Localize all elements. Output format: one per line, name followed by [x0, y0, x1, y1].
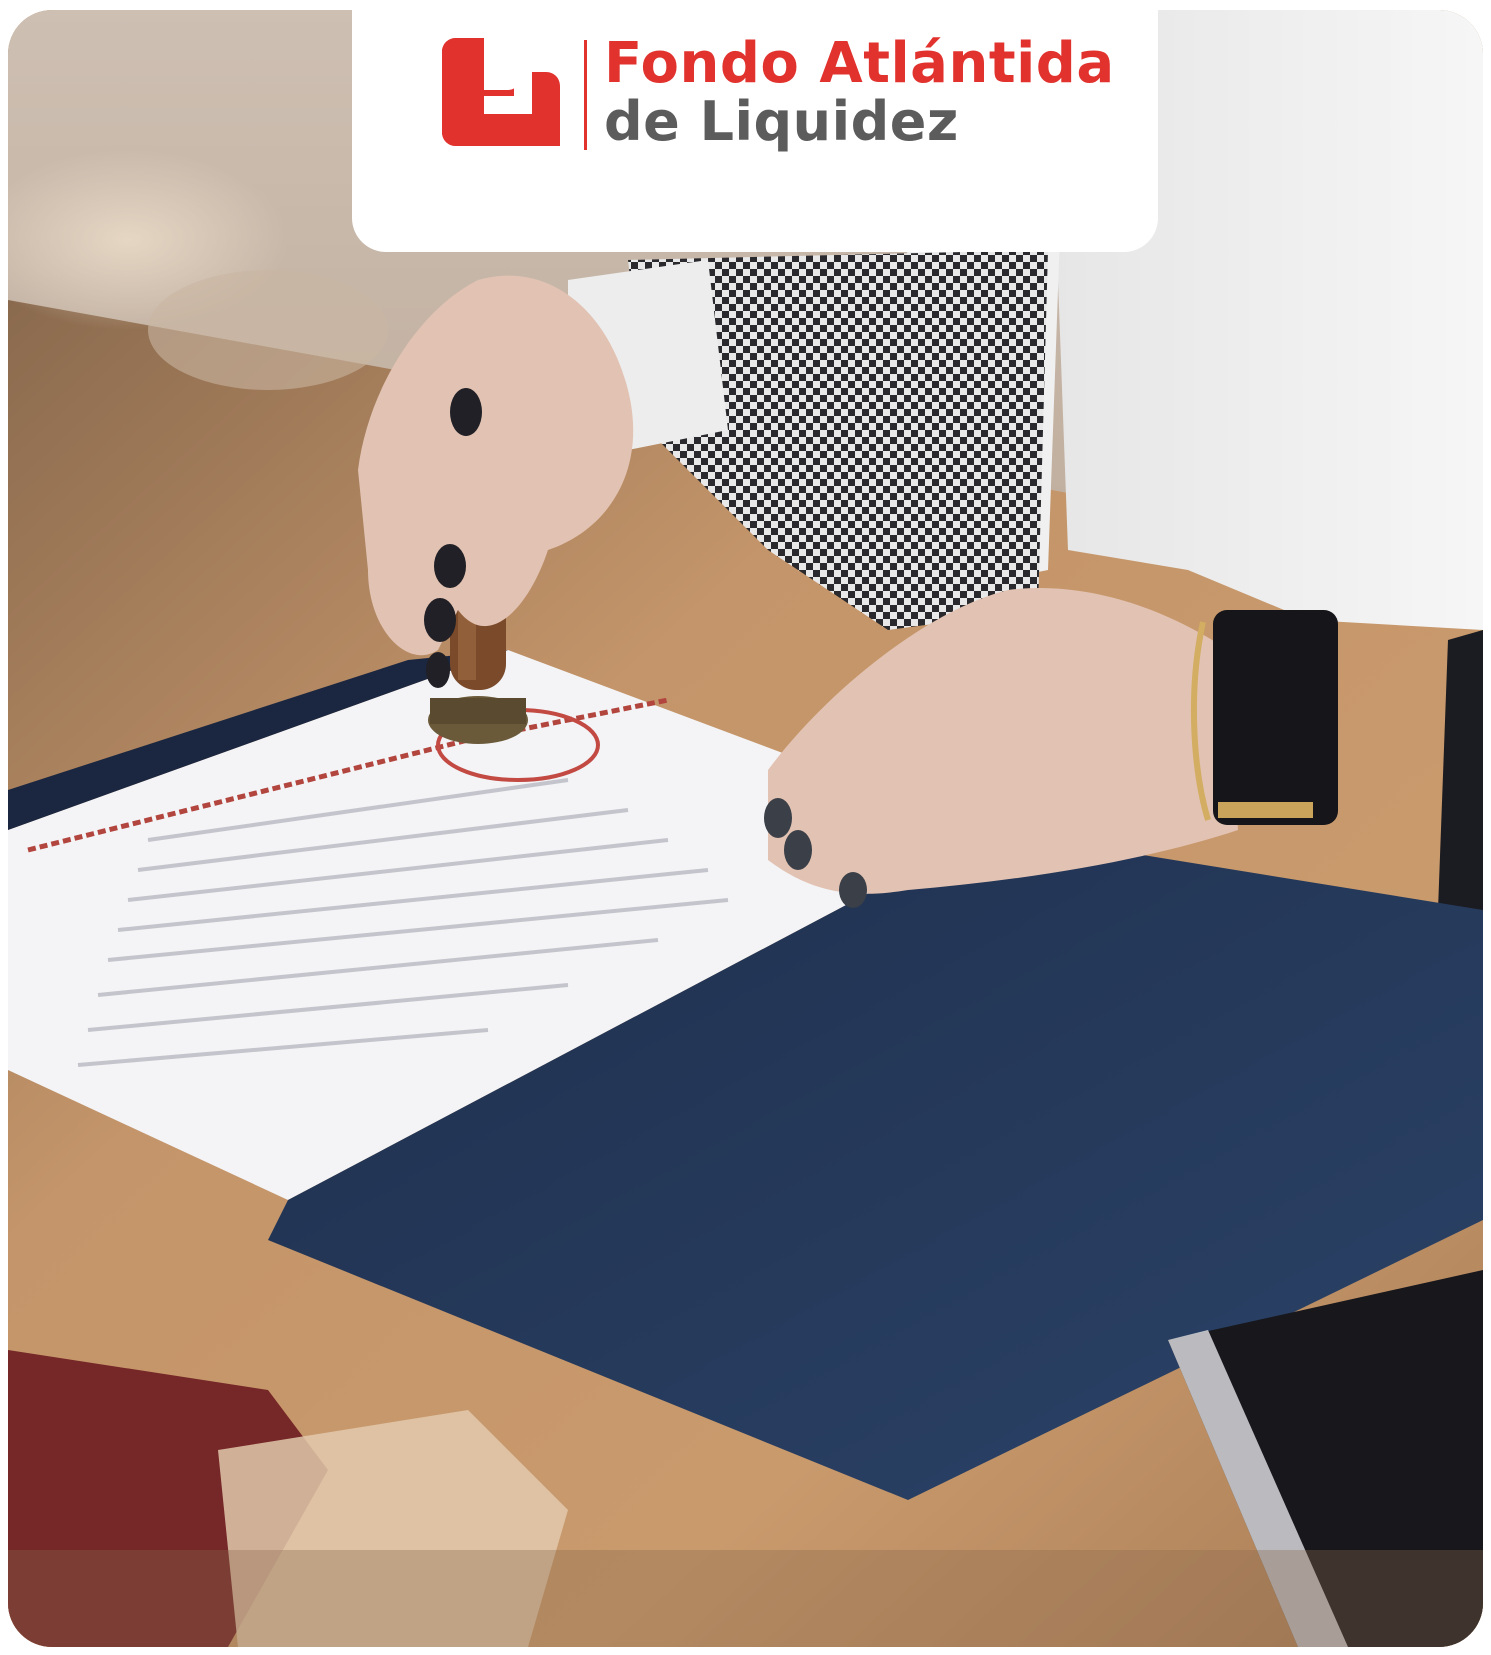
logo-card: Fondo Atlántida de Liquidez [352, 10, 1158, 252]
logo-mark-icon [442, 38, 560, 146]
brand-name-line1: Fondo Atlántida [604, 31, 1115, 96]
logo-divider [584, 40, 587, 150]
brand-name-line2: de Liquidez [604, 90, 959, 153]
image-frame: Fondo Atlántida de Liquidez [8, 10, 1483, 1647]
photo-notary-stamping-document [8, 10, 1483, 1647]
